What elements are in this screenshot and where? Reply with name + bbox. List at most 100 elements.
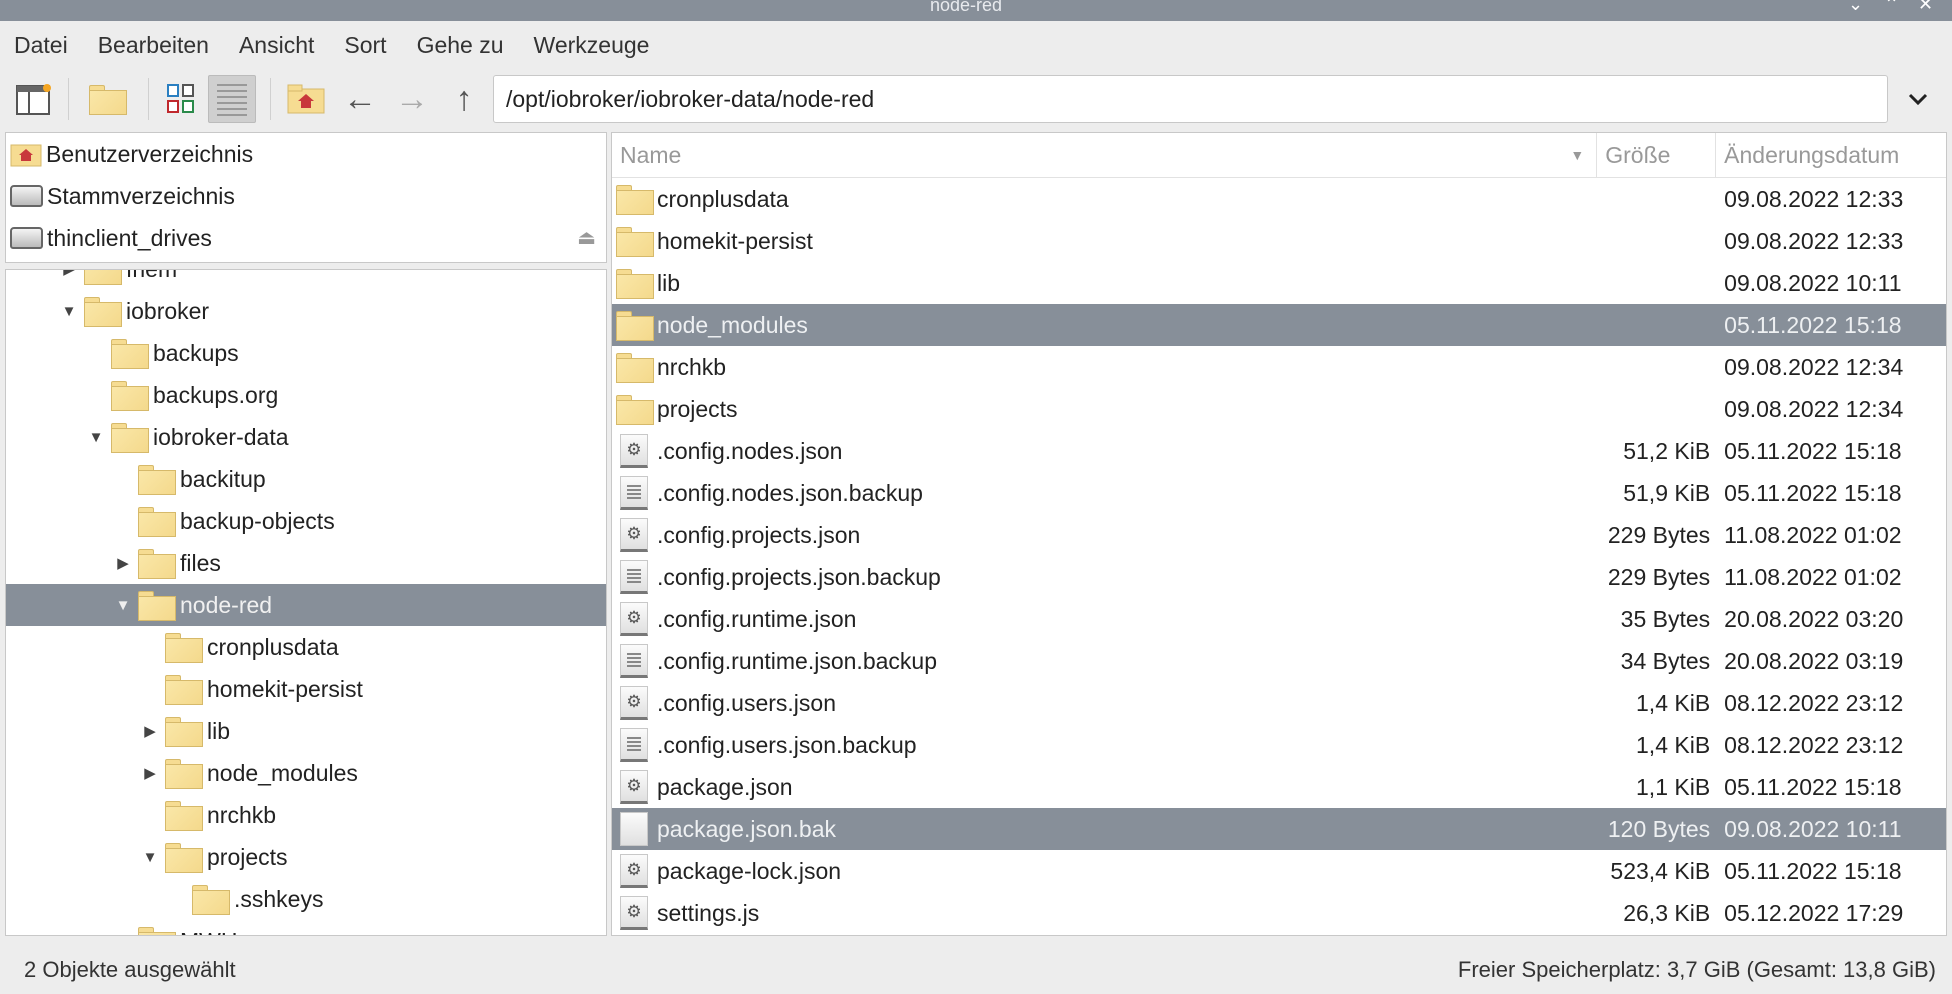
tree-item[interactable]: ▶ node_modules (6, 752, 606, 794)
file-date: 11.08.2022 01:02 (1724, 563, 1902, 590)
tree-item[interactable]: ▼ projects (6, 836, 606, 878)
menu-bearbeiten[interactable]: Bearbeiten (98, 32, 209, 59)
tree-item[interactable]: .sshkeys (6, 878, 606, 920)
collapsed-arrow-icon[interactable]: ▶ (141, 764, 159, 782)
file-size: 34 Bytes (1620, 647, 1711, 674)
file-date: 08.12.2022 23:12 (1724, 731, 1904, 758)
collapsed-arrow-icon[interactable]: ▶ (114, 554, 132, 572)
directory-tree[interactable]: ▶ fhem ▼ iobroker backups backups.org ▼ iobroke… (5, 269, 607, 936)
new-window-button[interactable] (10, 75, 58, 123)
tree-item[interactable]: backups (6, 332, 606, 374)
folder-icon (165, 843, 203, 873)
file-name: node_modules (657, 311, 808, 338)
column-header-date[interactable]: Änderungsdatum (1716, 133, 1946, 177)
menu-gehe-zu[interactable]: Gehe zu (417, 32, 504, 59)
status-bar: 2 Objekte ausgewählt Freier Speicherplat… (0, 946, 1952, 994)
minimize-button[interactable]: ⌄ (1848, 0, 1863, 15)
file-row[interactable]: nrchkb 09.08.2022 12:34 (612, 346, 1946, 388)
tree-item[interactable]: ▶ files (6, 542, 606, 584)
name-cell: lib (612, 269, 1597, 299)
file-row[interactable]: .config.runtime.json.backup 34 Bytes 20.08… (612, 640, 1946, 682)
file-row[interactable]: ⚙ .config.runtime.json 35 Bytes 20.08.2022 … (612, 598, 1946, 640)
name-cell: ⚙ .config.projects.json (612, 518, 1597, 552)
arrow-right-icon: → (395, 79, 429, 118)
drive-icon (10, 227, 43, 249)
place-root[interactable]: Stammverzeichnis (6, 175, 606, 217)
collapsed-arrow-icon[interactable]: ▶ (141, 722, 159, 740)
home-button[interactable] (282, 75, 330, 123)
tree-item[interactable]: ▼ iobroker-data (6, 416, 606, 458)
menu-ansicht[interactable]: Ansicht (239, 32, 314, 59)
maximize-button[interactable]: ⌃ (1884, 0, 1899, 15)
eject-icon[interactable]: ⏏ (577, 225, 596, 250)
column-header-size[interactable]: Größe (1597, 133, 1717, 177)
file-size: 523,4 KiB (1610, 857, 1711, 884)
file-row[interactable]: ⚙ .config.users.json 1,4 KiB 08.12.2022 23:… (612, 682, 1946, 724)
file-row[interactable]: cronplusdata 09.08.2022 12:33 (612, 178, 1946, 220)
config-file-icon: ⚙ (620, 896, 648, 930)
folder-icon (616, 311, 654, 341)
tree-item[interactable]: backups.org (6, 374, 606, 416)
path-history-dropdown[interactable] (1898, 75, 1938, 123)
file-size: 1,1 KiB (1636, 773, 1711, 800)
new-folder-button[interactable] (83, 75, 131, 123)
tree-item[interactable]: backup-objects (6, 500, 606, 542)
tree-item[interactable]: ▶ lib (6, 710, 606, 752)
tree-item[interactable]: ▶ fhem (6, 270, 606, 290)
file-row[interactable]: projects 09.08.2022 12:34 (612, 388, 1946, 430)
expanded-arrow-icon[interactable]: ▼ (141, 849, 159, 866)
file-row[interactable]: .config.nodes.json.backup 51,9 KiB 05.11.2… (612, 472, 1946, 514)
menu-sort[interactable]: Sort (344, 32, 386, 59)
text-file-icon (620, 560, 648, 594)
tree-item[interactable]: backitup (6, 458, 606, 500)
file-name: .config.users.json.backup (657, 731, 917, 758)
name-cell: .config.runtime.json.backup (612, 644, 1597, 678)
place-thinclient-drives[interactable]: thinclient_drives ⏏ (6, 217, 606, 259)
tree-item[interactable]: ▼ iobroker (6, 290, 606, 332)
file-name: .config.nodes.json (657, 437, 843, 464)
file-row[interactable]: ⚙ .config.projects.json 229 Bytes 11.08.202… (612, 514, 1946, 556)
collapsed-arrow-icon[interactable]: ▶ (114, 932, 132, 935)
file-row[interactable]: node_modules 05.11.2022 15:18 (612, 304, 1946, 346)
menu-datei[interactable]: Datei (14, 32, 68, 59)
file-row[interactable]: ⚙ package-lock.json 523,4 KiB 05.11.2022 15… (612, 850, 1946, 892)
tree-item[interactable]: nrchkb (6, 794, 606, 836)
up-button[interactable]: ↑ (440, 75, 488, 123)
expanded-arrow-icon[interactable]: ▼ (114, 597, 132, 614)
window-title: node-red (930, 0, 1003, 15)
config-file-icon: ⚙ (620, 518, 648, 552)
column-header-name[interactable]: Name ▼ (612, 133, 1598, 177)
new-window-icon (16, 84, 51, 115)
expanded-arrow-icon[interactable]: ▼ (60, 303, 78, 320)
expanded-arrow-icon[interactable]: ▼ (87, 429, 105, 446)
list-view-button[interactable] (208, 75, 256, 123)
close-button[interactable]: ✕ (1918, 0, 1933, 15)
tree-item[interactable]: ▼ node-red (6, 584, 606, 626)
file-row[interactable]: lib 09.08.2022 10:11 (612, 262, 1946, 304)
folder-icon (616, 353, 654, 383)
file-row[interactable]: package.json.bak 120 Bytes 09.08.2022 10:1… (612, 808, 1946, 850)
tree-item-label: nrchkb (207, 801, 277, 828)
tree-item[interactable]: ▶ MWHome (6, 920, 606, 935)
menu-werkzeuge[interactable]: Werkzeuge (534, 32, 650, 59)
file-row[interactable]: .config.users.json.backup 1,4 KiB 08.12.20… (612, 724, 1946, 766)
file-row[interactable]: ⚙ package.json 1,1 KiB 05.11.2022 15:18 (612, 766, 1946, 808)
path-input[interactable] (493, 75, 1888, 123)
place-home[interactable]: Benutzerverzeichnis (6, 133, 606, 175)
file-row[interactable]: homekit-persist 09.08.2022 12:33 (612, 220, 1946, 262)
file-row[interactable]: .config.projects.json.backup 229 Bytes 11.… (612, 556, 1946, 598)
icon-view-button[interactable] (157, 75, 205, 123)
tree-item[interactable]: homekit-persist (6, 668, 606, 710)
folder-icon (192, 885, 230, 915)
file-list[interactable]: Name ▼ Größe Änderungsdatum cronplusdata 0… (611, 132, 1947, 936)
selection-status: 2 Objekte ausgewählt (24, 957, 236, 982)
file-date: 05.11.2022 15:18 (1724, 311, 1902, 338)
collapsed-arrow-icon[interactable]: ▶ (60, 270, 78, 278)
tree-item[interactable]: cronplusdata (6, 626, 606, 668)
forward-button[interactable]: → (388, 75, 436, 123)
file-row[interactable]: ⚙ .config.nodes.json 51,2 KiB 05.11.2022 15… (612, 430, 1946, 472)
folder-icon (138, 591, 176, 621)
file-size: 35 Bytes (1620, 605, 1711, 632)
back-button[interactable]: ← (336, 75, 384, 123)
file-row[interactable]: ⚙ settings.js 26,3 KiB 05.12.2022 17:29 (612, 892, 1946, 934)
